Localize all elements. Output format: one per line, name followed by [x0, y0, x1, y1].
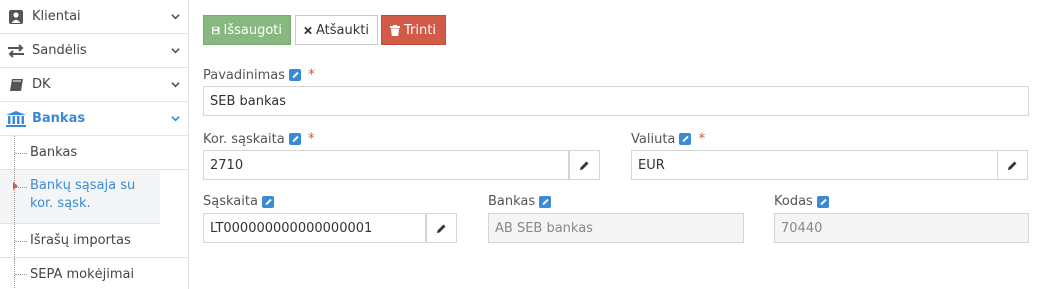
page: Klientai Sandėlis DK Bankas Bankas Bankų…	[0, 0, 1049, 289]
chevron-down-icon	[171, 116, 180, 122]
save-button[interactable]: Išsaugoti	[203, 15, 291, 45]
kor-saskaita-value: 2710	[210, 157, 244, 173]
save-button-label: Išsaugoti	[223, 22, 283, 38]
valiuta-value: EUR	[638, 157, 665, 173]
sidebar-subitem-israsu-importas[interactable]: Išrašų importas	[0, 224, 188, 258]
bank-icon	[6, 110, 26, 127]
close-icon	[304, 26, 312, 34]
saskaita-label: Sąskaita	[203, 194, 274, 209]
sidebar-subitem-label: Išrašų importas	[30, 233, 131, 248]
sidebar-subitem-sepa[interactable]: SEPA mokėjimai	[0, 258, 188, 289]
edit-icon[interactable]	[539, 195, 552, 208]
sidebar-subitem-label: Bankas	[30, 145, 78, 160]
pencil-icon	[580, 161, 589, 170]
cancel-button-label: Atšaukti	[316, 22, 369, 38]
required-marker: *	[308, 67, 315, 83]
sidebar-item-bankas[interactable]: Bankas	[0, 102, 188, 136]
sidebar-subitem-label: SEPA mokėjimai	[30, 266, 135, 282]
pencil-icon	[1008, 161, 1017, 170]
chevron-down-icon	[171, 48, 180, 54]
bankas-input: AB SEB bankas	[488, 213, 744, 243]
required-marker: *	[307, 131, 315, 147]
delete-button-label: Trinti	[404, 22, 436, 38]
sidebar-subitem-banku-sasaja[interactable]: Bankų sąsaja su kor. sąsk.	[0, 170, 160, 224]
book-icon	[6, 77, 26, 93]
chevron-down-icon	[171, 82, 180, 88]
cancel-button[interactable]: Atšaukti	[295, 15, 378, 45]
field-label-text: Bankas	[488, 194, 536, 209]
sidebar-item-label: Bankas	[32, 111, 86, 126]
kor-saskaita-input[interactable]: 2710	[203, 150, 569, 180]
edit-icon[interactable]	[816, 195, 829, 208]
saskaita-edit-button[interactable]	[426, 213, 457, 243]
saskaita-input[interactable]: LT000000000000000001	[203, 213, 426, 243]
valiuta-edit-button[interactable]	[997, 150, 1028, 180]
kor-saskaita-label: Kor. sąskaita *	[203, 131, 315, 147]
sidebar-subitem-bankas[interactable]: Bankas	[0, 136, 188, 170]
sidebar-item-label: Sandėlis	[32, 43, 87, 58]
trash-icon	[390, 24, 400, 36]
edit-icon[interactable]	[288, 133, 301, 145]
field-label-text: Valiuta	[631, 131, 676, 147]
valiuta-input[interactable]: EUR	[631, 150, 998, 180]
sidebar-item-klientai[interactable]: Klientai	[0, 0, 188, 34]
exchange-icon	[6, 43, 26, 59]
kor-saskaita-edit-button[interactable]	[569, 150, 600, 180]
edit-icon[interactable]	[261, 195, 274, 208]
floppy-disk-icon	[212, 26, 220, 34]
saskaita-value: LT000000000000000001	[210, 220, 373, 236]
valiuta-label: Valiuta *	[631, 131, 705, 147]
caret-right-icon	[13, 182, 18, 190]
sidebar: Klientai Sandėlis DK Bankas Bankas Bankų…	[0, 0, 189, 289]
kodas-input: 70440	[774, 213, 1029, 243]
pavadinimas-label: Pavadinimas *	[203, 67, 315, 83]
required-marker: *	[698, 131, 706, 147]
sidebar-item-label: Klientai	[32, 9, 81, 24]
field-label-text: Pavadinimas	[203, 67, 285, 83]
edit-icon[interactable]	[289, 69, 301, 81]
delete-button[interactable]: Trinti	[381, 15, 446, 45]
sidebar-item-label: DK	[32, 77, 51, 92]
chevron-down-icon	[171, 14, 180, 20]
sidebar-item-sandelis[interactable]: Sandėlis	[0, 34, 188, 68]
user-icon	[6, 9, 26, 25]
pavadinimas-value: SEB bankas	[210, 93, 287, 109]
sidebar-subitem-label: Bankų sąsaja su kor. sąsk.	[30, 178, 136, 211]
pavadinimas-input[interactable]: SEB bankas	[203, 86, 1029, 116]
field-label-text: Kor. sąskaita	[203, 131, 285, 147]
bankas-value: AB SEB bankas	[495, 220, 593, 236]
field-label-text: Sąskaita	[203, 194, 258, 209]
bankas-label: Bankas	[488, 194, 552, 209]
edit-icon[interactable]	[679, 133, 692, 145]
field-label-text: Kodas	[774, 194, 813, 209]
pencil-icon	[437, 224, 446, 233]
kodas-value: 70440	[781, 220, 823, 236]
sidebar-item-dk[interactable]: DK	[0, 68, 188, 102]
kodas-label: Kodas	[774, 194, 829, 209]
